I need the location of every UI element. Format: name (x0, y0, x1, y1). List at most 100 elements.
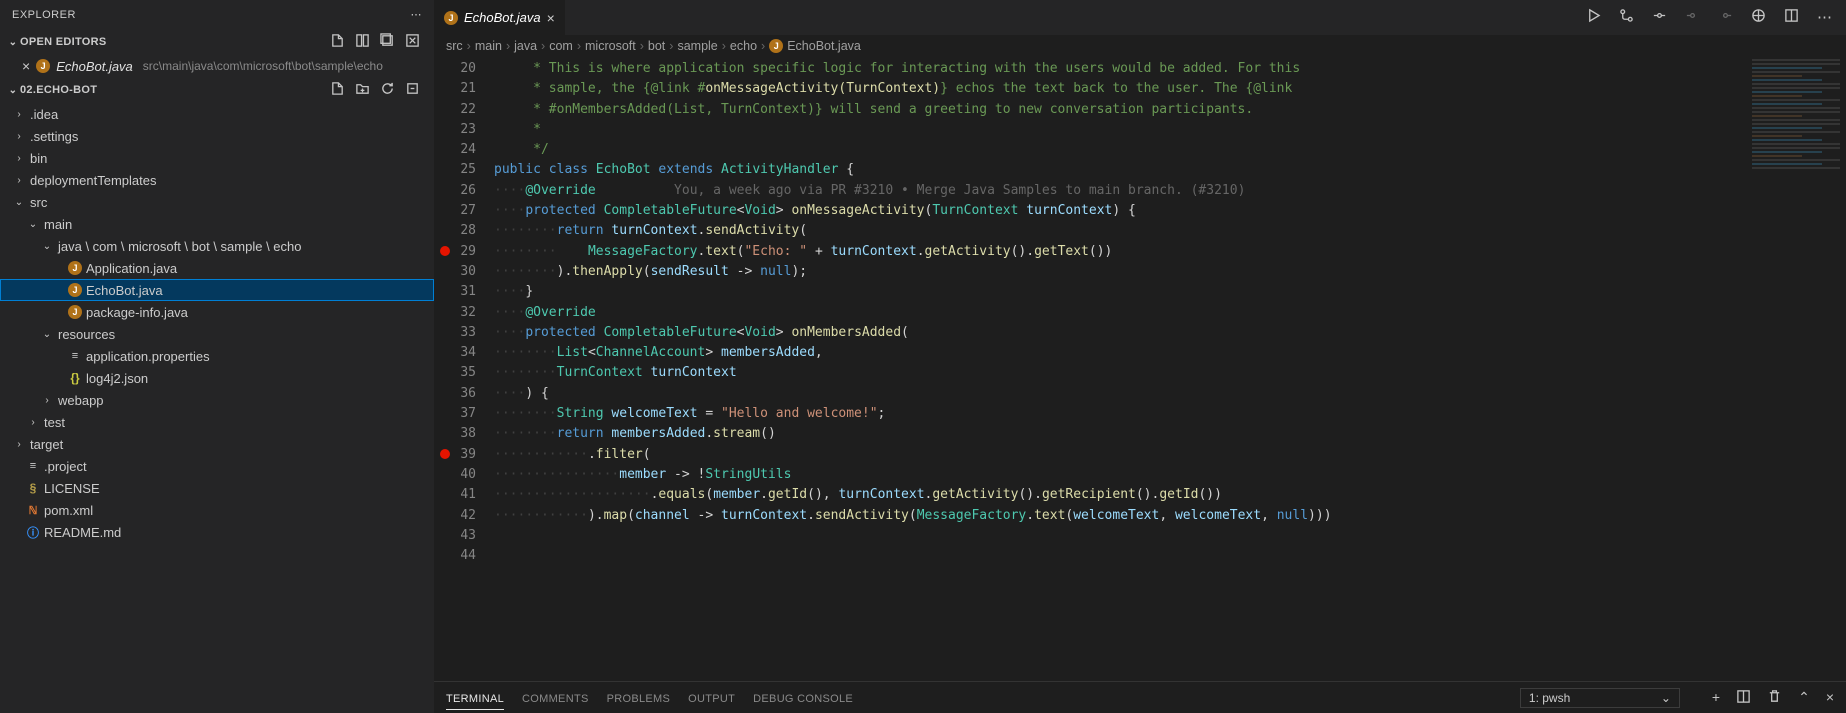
breadcrumb-item[interactable]: sample (677, 39, 717, 53)
new-file-icon[interactable] (330, 33, 345, 51)
chevron-icon: › (12, 175, 26, 186)
tree-item[interactable]: › bin (0, 147, 434, 169)
open-editors-label: OPEN EDITORS (20, 36, 330, 48)
tree-item-label: README.md (44, 525, 121, 540)
panel-tab-terminal[interactable]: TERMINAL (446, 693, 504, 710)
chevron-down-icon: ⌄ (1661, 691, 1671, 705)
tree-item[interactable]: ›deploymentTemplates (0, 169, 434, 191)
bottom-panel: TERMINAL COMMENTS PROBLEMS OUTPUT DEBUG CONS… (434, 681, 1846, 713)
new-folder-icon[interactable] (355, 81, 370, 99)
breadcrumbs[interactable]: src›main›java›com›microsoft›bot›sample›e… (434, 35, 1846, 57)
tree-item[interactable]: JEchoBot.java (0, 279, 434, 301)
chevron-icon: › (26, 417, 40, 428)
panel-tab-problems[interactable]: PROBLEMS (607, 693, 671, 709)
open-editor-path: src\main\java\com\microsoft\bot\sample\e… (143, 59, 383, 73)
tree-item[interactable]: ›test (0, 411, 434, 433)
tree-item[interactable]: ⓘREADME.md (0, 521, 434, 543)
chevron-up-icon[interactable]: ⌃ (1798, 689, 1810, 707)
chevron-icon: › (12, 439, 26, 450)
breadcrumb-item[interactable]: echo (730, 39, 757, 53)
project-header[interactable]: ⌄ 02.ECHO-BOT (0, 77, 434, 103)
tree-item-label: application.properties (86, 349, 210, 364)
preview-icon[interactable] (1751, 8, 1766, 27)
breadcrumb-item[interactable]: JEchoBot.java (769, 39, 861, 54)
close-panel-icon[interactable]: × (1826, 689, 1834, 707)
tree-item-label: package-info.java (86, 305, 188, 320)
chevron-icon: › (12, 153, 26, 164)
breadcrumb-item[interactable]: main (475, 39, 502, 53)
tree-item[interactable]: ≡application.properties (0, 345, 434, 367)
run-icon[interactable] (1586, 8, 1601, 27)
save-all-icon[interactable] (380, 33, 395, 51)
tree-item[interactable]: ≡.project (0, 455, 434, 477)
breadcrumb-item[interactable]: microsoft (585, 39, 636, 53)
chevron-icon: › (12, 109, 26, 120)
tree-item[interactable]: ›webapp (0, 389, 434, 411)
panel-tab-debug-console[interactable]: DEBUG CONSOLE (753, 693, 853, 709)
breadcrumb-item[interactable]: java (514, 39, 537, 53)
open-editor-item[interactable]: × J EchoBot.java src\main\java\com\micro… (0, 55, 434, 77)
tree-item[interactable]: ⌄src (0, 191, 434, 213)
tree-item-label: LICENSE (44, 481, 100, 496)
editor[interactable]: 2021222324252627282930313233343536373839… (434, 57, 1846, 681)
close-icon[interactable]: × (22, 58, 30, 74)
tree-item[interactable]: ›.settings (0, 125, 434, 147)
terminal-select-label: 1: pwsh (1529, 691, 1570, 705)
layout-icon[interactable] (355, 33, 370, 51)
tree-item[interactable]: ⌄java \ com \ microsoft \ bot \ sample \… (0, 235, 434, 257)
tree-item-label: .project (44, 459, 87, 474)
tree-item[interactable]: ›.idea (0, 103, 434, 125)
java-icon: J (444, 11, 458, 25)
chevron-icon: ⌄ (40, 329, 54, 340)
diff-right-icon[interactable] (1718, 8, 1733, 27)
tree-item[interactable]: J Application.java (0, 257, 434, 279)
split-editor-icon[interactable] (1784, 8, 1799, 27)
split-terminal-icon[interactable] (1736, 689, 1751, 707)
terminal-select[interactable]: 1: pwsh ⌄ (1520, 688, 1680, 708)
more-icon[interactable]: ⋯ (411, 8, 423, 21)
new-file-icon[interactable] (330, 81, 345, 99)
panel-tab-output[interactable]: OUTPUT (688, 693, 735, 709)
tree-item[interactable]: ⌄main (0, 213, 434, 235)
refresh-icon[interactable] (380, 81, 395, 99)
java-icon: J (68, 283, 82, 297)
json-icon: {} (68, 371, 82, 385)
tree-item-label: .settings (30, 129, 78, 144)
minimap[interactable] (1746, 57, 1846, 237)
close-all-icon[interactable] (405, 33, 420, 51)
tree-item-label: webapp (58, 393, 104, 408)
tree-item[interactable]: ⌄ resources (0, 323, 434, 345)
tree-item[interactable]: ›target (0, 433, 434, 455)
tree-item[interactable]: {}log4j2.json (0, 367, 434, 389)
close-icon[interactable]: × (547, 10, 555, 26)
tab-filename: EchoBot.java (464, 10, 541, 25)
breadcrumb-item[interactable]: bot (648, 39, 665, 53)
tree-item[interactable]: ℕpom.xml (0, 499, 434, 521)
diff-left-icon[interactable] (1685, 8, 1700, 27)
java-icon: J (36, 59, 50, 73)
java-icon: J (68, 305, 82, 319)
tree-item[interactable]: Jpackage-info.java (0, 301, 434, 323)
line-gutter: 2021222324252627282930313233343536373839… (434, 57, 494, 681)
code-area[interactable]: * This is where application specific log… (494, 57, 1846, 681)
diff-prev-icon[interactable] (1652, 8, 1667, 27)
editor-actions: ⋯ (1572, 8, 1846, 27)
editor-tab[interactable]: J EchoBot.java × (434, 0, 566, 35)
tree-item[interactable]: § LICENSE (0, 477, 434, 499)
breadcrumb-item[interactable]: src (446, 39, 463, 53)
new-terminal-icon[interactable]: + (1712, 689, 1720, 707)
chevron-icon: ⌄ (26, 219, 40, 230)
java-icon: J (68, 261, 82, 275)
panel-tab-comments[interactable]: COMMENTS (522, 693, 589, 709)
license-icon: § (26, 481, 40, 495)
breadcrumb-item[interactable]: com (549, 39, 573, 53)
open-editors-header[interactable]: ⌄ OPEN EDITORS (0, 29, 434, 55)
tree-item-label: bin (30, 151, 47, 166)
explorer-title: EXPLORER (12, 9, 411, 21)
trash-icon[interactable] (1767, 689, 1782, 707)
tree-item-label: resources (58, 327, 115, 342)
branch-compare-icon[interactable] (1619, 8, 1634, 27)
tree-item-label: Application.java (86, 261, 177, 276)
more-icon[interactable]: ⋯ (1817, 8, 1832, 27)
collapse-all-icon[interactable] (405, 81, 420, 99)
